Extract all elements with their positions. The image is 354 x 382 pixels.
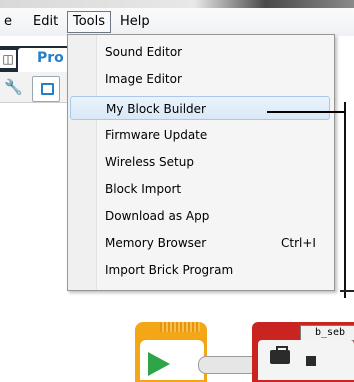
menu-item-image-editor[interactable]: Image Editor xyxy=(70,67,330,91)
menu-item-label: Memory Browser xyxy=(105,236,207,250)
menu-edit[interactable]: Edit xyxy=(33,12,58,32)
menu-file-partial[interactable]: e xyxy=(4,12,12,32)
menu-item-label: Wireless Setup xyxy=(105,155,194,169)
menu-item-firmware-update[interactable]: Firmware Update xyxy=(70,123,330,147)
menu-item-label: Firmware Update xyxy=(105,128,208,142)
canvas-wire-end xyxy=(340,290,354,292)
menu-item-memory-browser[interactable]: Memory Browser Ctrl+I xyxy=(70,231,330,255)
menu-item-label: Sound Editor xyxy=(105,45,183,59)
menu-item-label: Download as App xyxy=(105,209,210,223)
briefcase-icon xyxy=(270,346,290,364)
project-icon: ◫ xyxy=(0,50,16,68)
sequence-connector xyxy=(198,356,260,374)
menu-tools[interactable]: Tools xyxy=(67,11,112,33)
menu-item-shortcut: Ctrl+I xyxy=(281,236,316,250)
annotation-pointer-line xyxy=(267,111,345,113)
tools-dropdown-menu: Sound Editor Image Editor My Block Build… xyxy=(67,34,335,291)
menu-item-label: My Block Builder xyxy=(106,102,206,116)
menu-item-my-block-builder[interactable]: My Block Builder xyxy=(70,96,330,120)
canvas-wire xyxy=(344,102,346,298)
menu-item-import-brick-program[interactable]: Import Brick Program xyxy=(70,258,330,282)
menu-item-download-as-app[interactable]: Download as App xyxy=(70,204,330,228)
my-block-title: b_seb xyxy=(300,325,354,341)
wrench-icon[interactable]: 🔧 xyxy=(4,78,23,96)
menu-item-label: Block Import xyxy=(105,182,182,196)
start-block-header xyxy=(160,322,200,332)
project-tab-label: Pro xyxy=(37,50,64,66)
menu-help[interactable]: Help xyxy=(120,12,150,32)
window-top-band xyxy=(0,0,354,8)
page-icon xyxy=(41,83,54,95)
menu-item-label: Import Brick Program xyxy=(105,263,234,277)
program-page-button[interactable] xyxy=(32,76,60,102)
block-mini-icon xyxy=(306,356,316,366)
menubar: e Edit Tools Help xyxy=(0,8,354,37)
menu-item-block-import[interactable]: Block Import xyxy=(70,177,330,201)
play-icon[interactable] xyxy=(148,352,170,376)
menu-item-sound-editor[interactable]: Sound Editor xyxy=(70,40,330,64)
menu-item-wireless-setup[interactable]: Wireless Setup xyxy=(70,150,330,174)
menu-item-label: Image Editor xyxy=(105,72,182,86)
